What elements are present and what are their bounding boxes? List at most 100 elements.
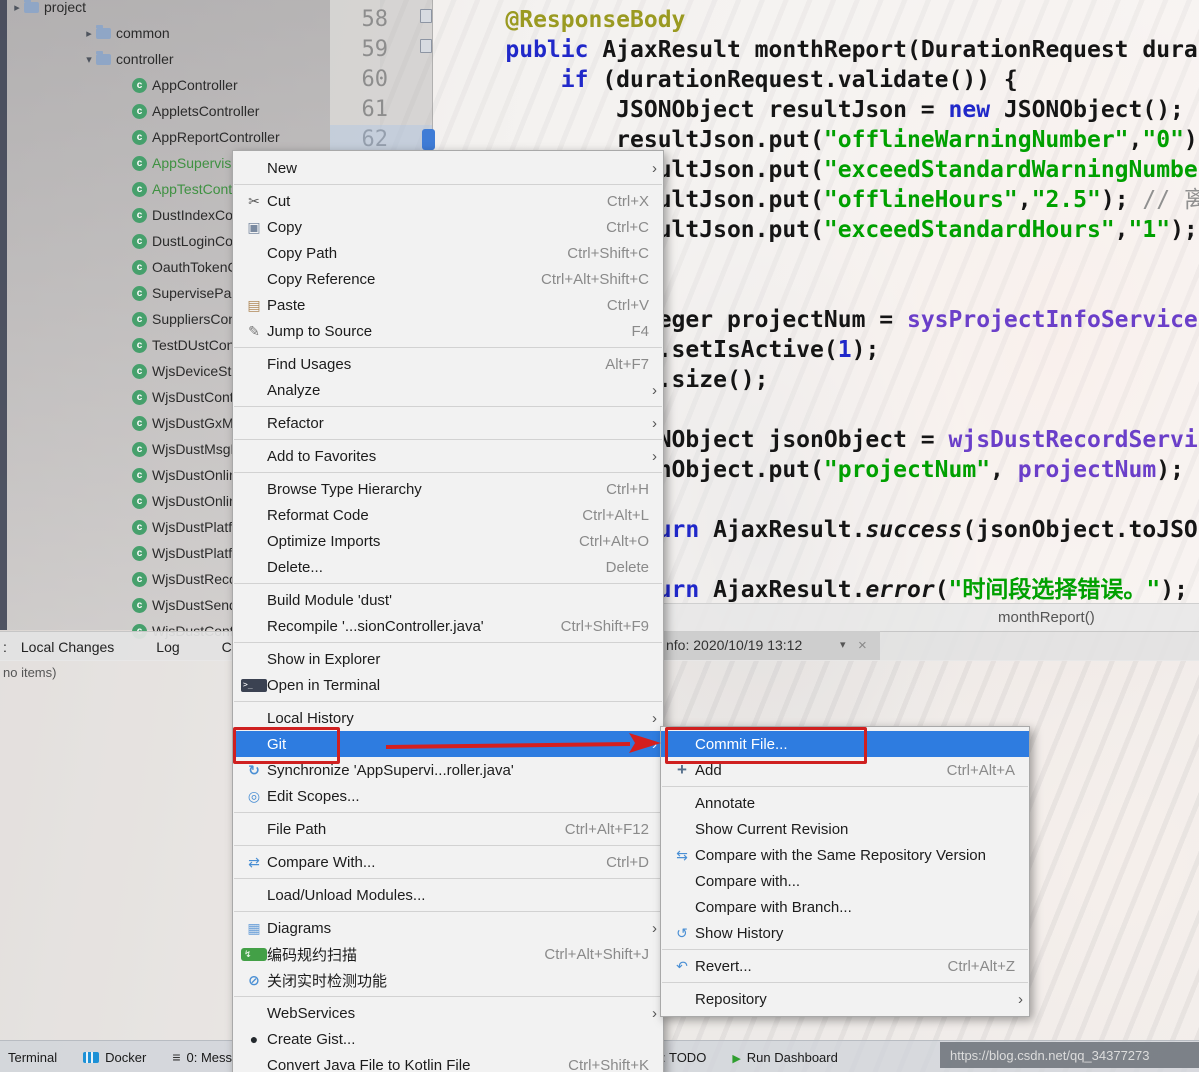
menu-item-label: Show History	[695, 925, 783, 942]
menu-item-open-in-terminal[interactable]: Open in Terminal	[233, 672, 663, 698]
chevron-right-icon[interactable]: ▸	[10, 1, 24, 14]
menu-item-synchronize-appsupervi-roller-java[interactable]: Synchronize 'AppSupervi...roller.java'	[233, 757, 663, 783]
tree-item-common[interactable]: ▸common	[0, 20, 330, 46]
gutter-bookmark-icon[interactable]	[420, 39, 432, 53]
menu-item-label: Add	[695, 762, 722, 779]
menu-item-load-unload-modules[interactable]: Load/Unload Modules...	[233, 882, 663, 908]
menu-item-show-in-explorer[interactable]: Show in Explorer	[233, 646, 663, 672]
chevron-down-icon[interactable]: ▾	[82, 53, 96, 66]
menu-item-browse-type-hierarchy[interactable]: Browse Type HierarchyCtrl+H	[233, 476, 663, 502]
tree-item-appcontroller[interactable]: cAppController	[0, 72, 330, 98]
code-segment-kw: new	[949, 97, 991, 123]
code-segment-plain: );	[1160, 577, 1188, 603]
chevron-right-icon[interactable]: ▸	[82, 27, 96, 40]
menu-item-recompile-sioncontroller-java[interactable]: Recompile '...sionController.java'Ctrl+S…	[233, 613, 663, 639]
menu-item-shortcut: Ctrl+Shift+K	[550, 1057, 649, 1072]
status-item-todo[interactable]: : TODO	[662, 1050, 706, 1065]
submenu-arrow-icon: ›	[652, 920, 657, 937]
status-item-run-dashboard[interactable]: Run Dashboard	[732, 1050, 838, 1065]
class-icon: c	[132, 312, 147, 327]
submenu-arrow-icon: ›	[652, 448, 657, 465]
gutter-bookmark-icon[interactable]	[420, 9, 432, 23]
menu-item-annotate[interactable]: Annotate	[661, 790, 1029, 816]
status-item-terminal[interactable]: Terminal	[8, 1050, 57, 1065]
menu-item-file-path[interactable]: File PathCtrl+Alt+F12	[233, 816, 663, 842]
menu-item-diagrams[interactable]: Diagrams›	[233, 915, 663, 941]
menu-item-reformat-code[interactable]: Reformat CodeCtrl+Alt+L	[233, 502, 663, 528]
menu-item-compare-with[interactable]: Compare With...Ctrl+D	[233, 849, 663, 875]
menu-item-item-12-1[interactable]: 编码规约扫描Ctrl+Alt+Shift+J	[233, 941, 663, 967]
vc-tab-log[interactable]: Log	[156, 639, 179, 655]
menu-item-refactor[interactable]: Refactor›	[233, 410, 663, 436]
menu-item-copy[interactable]: CopyCtrl+C	[233, 214, 663, 240]
tree-item-controller[interactable]: ▾controller	[0, 46, 330, 72]
menu-item-add[interactable]: AddCtrl+Alt+A	[661, 757, 1029, 783]
code-segment-num: 1	[838, 337, 852, 363]
tree-item-project[interactable]: ▸project	[0, 0, 330, 20]
tree-item-appreportcontroller[interactable]: cAppReportController	[0, 124, 330, 150]
menu-item-cut[interactable]: CutCtrl+X	[233, 188, 663, 214]
menu-item-git[interactable]: Git›	[233, 731, 663, 757]
status-item-label: : TODO	[662, 1050, 706, 1065]
class-icon: c	[132, 546, 147, 561]
menu-item-commit-file[interactable]: Commit File...	[661, 731, 1029, 757]
menu-item-find-usages[interactable]: Find UsagesAlt+F7	[233, 351, 663, 377]
menu-item-label: Load/Unload Modules...	[267, 887, 425, 904]
menu-item-convert-java-file-to-kotlin-file[interactable]: Convert Java File to Kotlin File Ctrl+Shi…	[233, 1052, 663, 1072]
disable-icon	[241, 972, 267, 989]
class-icon: c	[132, 182, 147, 197]
status-bar-left: TerminalDocker0: Messages	[8, 1041, 260, 1072]
empty-state-text: no items)	[3, 665, 56, 680]
code-segment-cmt: // 离线时长	[1142, 187, 1199, 213]
menu-item-delete[interactable]: Delete...Delete	[233, 554, 663, 580]
menu-item-jump-to-source[interactable]: Jump to SourceF4	[233, 318, 663, 344]
menu-item-repository[interactable]: Repository›	[661, 986, 1029, 1012]
code-segment-plain	[450, 67, 561, 93]
menu-item-add-to-favorites[interactable]: Add to Favorites›	[233, 443, 663, 469]
status-item-docker[interactable]: Docker	[83, 1050, 146, 1065]
menu-item-local-history[interactable]: Local History›	[233, 705, 663, 731]
menu-item-edit-scopes[interactable]: Edit Scopes...	[233, 783, 663, 809]
menu-item-compare-with-the-same-repository-version[interactable]: Compare with the Same Repository Version	[661, 842, 1029, 868]
menu-item-analyze[interactable]: Analyze›	[233, 377, 663, 403]
chevron-down-icon[interactable]: ▾	[840, 631, 846, 660]
menu-item-label: Browse Type Hierarchy	[267, 481, 422, 498]
class-icon: c	[132, 104, 147, 119]
breadcrumb[interactable]: monthReport()	[998, 604, 1095, 632]
menu-item-create-gist[interactable]: Create Gist...	[233, 1026, 663, 1052]
menu-item-compare-with[interactable]: Compare with...	[661, 868, 1029, 894]
submenu-arrow-icon: ›	[1018, 991, 1023, 1008]
menu-item-build-module-dust[interactable]: Build Module 'dust'	[233, 587, 663, 613]
menu-item-paste[interactable]: PasteCtrl+V	[233, 292, 663, 318]
menu-item-compare-with-branch[interactable]: Compare with Branch...	[661, 894, 1029, 920]
class-icon: c	[132, 78, 147, 93]
menu-item-label: Find Usages	[267, 356, 351, 373]
copy-icon	[241, 219, 267, 236]
code-segment-str: "2.5"	[1032, 187, 1101, 213]
menu-item-label: Compare with Branch...	[695, 899, 852, 916]
menu-item-revert[interactable]: Revert...Ctrl+Alt+Z	[661, 953, 1029, 979]
code-segment-str: "时间段选择错误。"	[949, 577, 1161, 603]
code-segment-plain: JSONObject();	[990, 97, 1184, 123]
menu-item-webservices[interactable]: WebServices›	[233, 1000, 663, 1026]
menu-item-label: Cut	[267, 193, 290, 210]
menu-item-item-12-2[interactable]: 关闭实时检测功能	[233, 967, 663, 993]
menu-item-copy-path[interactable]: Copy PathCtrl+Shift+C	[233, 240, 663, 266]
menu-separator	[234, 812, 662, 813]
menu-item-copy-reference[interactable]: Copy ReferenceCtrl+Alt+Shift+C	[233, 266, 663, 292]
menu-item-label: Convert Java File to Kotlin File	[267, 1057, 470, 1072]
menu-item-show-history[interactable]: Show History	[661, 920, 1029, 946]
vc-tab-local-changes[interactable]: Local Changes	[21, 639, 114, 655]
menu-item-label: File Path	[267, 821, 326, 838]
gist-icon	[241, 1031, 267, 1047]
menu-item-show-current-revision[interactable]: Show Current Revision	[661, 816, 1029, 842]
class-icon: c	[132, 416, 147, 431]
class-icon: c	[132, 468, 147, 483]
close-icon[interactable]: ×	[858, 631, 867, 660]
same-icon	[669, 847, 695, 864]
menu-item-label: Paste	[267, 297, 305, 314]
menu-item-optimize-imports[interactable]: Optimize ImportsCtrl+Alt+O	[233, 528, 663, 554]
menu-item-new[interactable]: New›	[233, 155, 663, 181]
menu-item-label: Recompile '...sionController.java'	[267, 618, 484, 635]
tree-item-appletscontroller[interactable]: cAppletsController	[0, 98, 330, 124]
